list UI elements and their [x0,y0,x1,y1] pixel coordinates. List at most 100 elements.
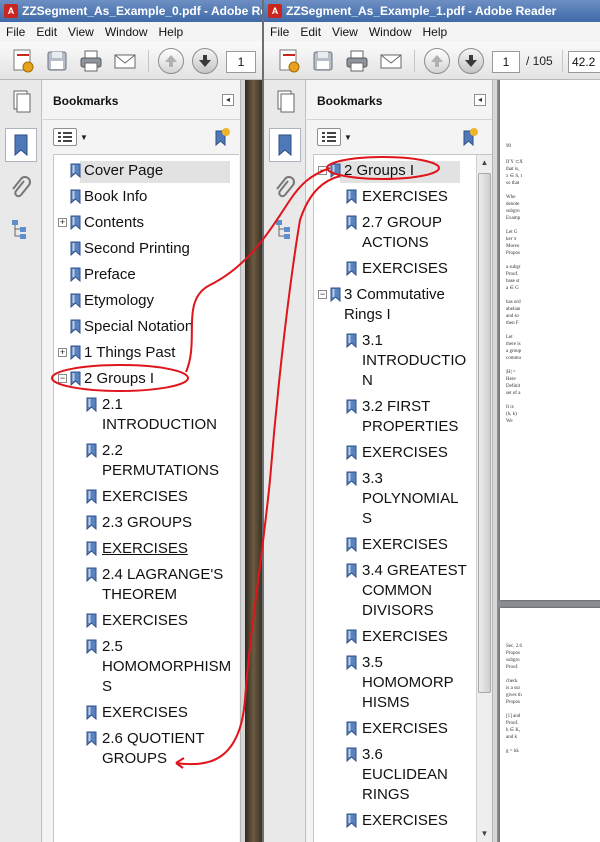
print-icon[interactable] [78,48,104,74]
menu-window[interactable]: Window [363,22,417,39]
pages-icon[interactable] [272,88,298,114]
page-number-input[interactable]: 1 [226,51,256,73]
bookmark-icon [86,613,97,629]
page-text-line: We [506,419,513,424]
background-image-strip [245,80,262,842]
options-menu-button[interactable] [53,128,77,146]
bookmark-item[interactable]: EXERCISES [314,719,492,745]
bookmark-item[interactable]: 2.5 HOMOMORPHISM S [54,637,239,703]
chevron-down-icon[interactable]: ▼ [344,133,352,142]
collapse-panel-button[interactable]: ◂ [222,94,234,106]
bookmark-item[interactable]: EXERCISES [314,811,492,837]
expand-icon[interactable]: + [58,218,67,227]
bookmark-item[interactable]: EXERCISES [314,259,492,285]
expand-icon[interactable]: + [58,348,67,357]
bookmark-item[interactable]: 3.3 POLYNOMIAL S [314,469,492,535]
bookmark-item[interactable]: 3.1 INTRODUCTIO N [314,331,492,397]
collapse-icon[interactable]: − [318,166,327,175]
next-page-button[interactable] [458,48,484,74]
bookmark-icon [86,567,97,583]
bookmark-item[interactable]: Book Info [54,187,239,213]
menu-help[interactable]: Help [417,22,453,39]
page-text-line: a ∈ G [506,286,519,291]
chevron-down-icon[interactable]: ▼ [80,133,88,142]
bookmark-item[interactable]: Cover Page [54,161,239,187]
pages-icon[interactable] [8,88,34,114]
bookmark-item[interactable]: EXERCISES [54,611,239,637]
attachments-icon[interactable] [8,176,34,202]
bookmark-label-line: THEOREM [102,586,177,603]
next-page-button[interactable] [192,48,218,74]
bookmark-item[interactable]: EXERCISES [314,627,492,653]
menu-view[interactable]: View [326,22,363,39]
menu-help[interactable]: Help [153,22,189,39]
bookmark-item[interactable]: Etymology [54,291,239,317]
bookmark-label-line: 2.5 [102,638,123,655]
bookmark-label-line: INTRODUCTION [102,416,217,433]
new-bookmark-icon[interactable] [211,127,231,147]
create-pdf-icon[interactable] [10,48,36,74]
bookmark-item[interactable]: EXERCISES [314,443,492,469]
zoom-input[interactable]: 42.2 [568,51,600,73]
bookmark-item[interactable]: 2.7 GROUP ACTIONS [314,213,492,259]
previous-page-button[interactable] [424,48,450,74]
bookmark-item[interactable]: EXERCISES [314,535,492,561]
bookmark-item[interactable]: − 3 Commutative Rings I [314,285,492,331]
bookmark-item[interactable]: +1 Things Past [54,343,239,369]
bookmark-item[interactable]: + Contents [54,213,239,239]
options-menu-button[interactable] [317,128,341,146]
bookmarks-nav-icon[interactable] [269,128,301,162]
collapse-icon[interactable]: − [58,374,67,383]
page-text-line: subgro [506,209,520,214]
bookmark-icon [86,639,97,655]
bookmark-item[interactable]: 3.5 HOMOMORP HISMS [314,653,492,719]
model-tree-icon[interactable] [272,216,298,242]
print-icon[interactable] [344,48,370,74]
bookmark-icon [346,215,357,231]
bookmark-item[interactable]: EXERCISES [54,487,239,513]
email-icon[interactable] [112,48,138,74]
menu-edit[interactable]: Edit [30,22,62,39]
attachments-icon[interactable] [272,176,298,202]
bookmark-item[interactable]: EXERCISES [54,539,239,565]
save-icon[interactable] [44,48,70,74]
bookmark-item[interactable]: Special Notation [54,317,239,343]
page-text-line: Sec. 2.6 [506,644,522,649]
bookmark-item[interactable]: 2.3 GROUPS [54,513,239,539]
bookmark-tree: ▲ ▼ −2 Groups I EXERCISES 2.7 GROUP ACTIONS… [313,154,492,842]
page-number-input[interactable]: 1 [492,51,520,73]
bookmark-item[interactable]: Second Printing [54,239,239,265]
bookmark-icon [70,345,81,361]
bookmark-icon [346,655,357,671]
bookmark-label: Preface [84,265,136,285]
previous-page-button[interactable] [158,48,184,74]
bookmark-item[interactable]: Preface [54,265,239,291]
collapse-panel-button[interactable]: ◂ [474,94,486,106]
page-text-line: g = hk [506,749,519,754]
page-text-line: Whe [506,195,516,200]
model-tree-icon[interactable] [8,216,34,242]
bookmark-item[interactable]: − 2 Groups I [54,369,239,395]
bookmark-label: EXERCISES [102,487,188,507]
menu-window[interactable]: Window [99,22,153,39]
bookmark-item[interactable]: 2.4 LAGRANGE'S THEOREM [54,565,239,611]
bookmark-item[interactable]: 2.1 INTRODUCTION [54,395,239,441]
new-bookmark-icon[interactable] [459,127,479,147]
collapse-icon[interactable]: − [318,290,327,299]
email-icon[interactable] [378,48,404,74]
bookmark-item[interactable]: 2.6 QUOTIENT GROUPS [54,729,239,775]
save-icon[interactable] [310,48,336,74]
bookmarks-nav-icon[interactable] [5,128,37,162]
menu-file[interactable]: File [264,22,294,39]
bookmark-item[interactable]: 3.2 FIRST PROPERTIES [314,397,492,443]
bookmark-item[interactable]: EXERCISES [314,187,492,213]
bookmark-item[interactable]: 3.4 GREATEST COMMON DIVISORS [314,561,492,627]
menu-file[interactable]: File [0,22,30,39]
menu-edit[interactable]: Edit [294,22,326,39]
bookmark-item[interactable]: − 2 Groups I [314,161,492,187]
create-pdf-icon[interactable] [276,48,302,74]
bookmark-item[interactable]: 2.2 PERMUTATIONS [54,441,239,487]
bookmark-item[interactable]: 3.6 EUCLIDEAN RINGS [314,745,492,811]
menu-view[interactable]: View [62,22,99,39]
bookmark-item[interactable]: EXERCISES [54,703,239,729]
